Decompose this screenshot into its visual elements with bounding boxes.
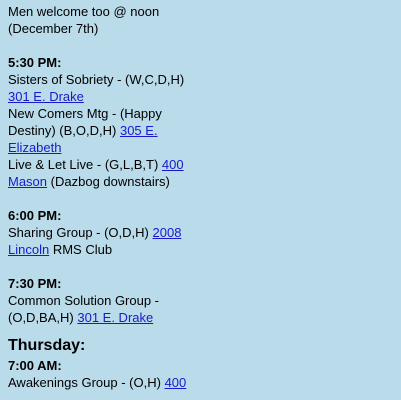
- time-block-730pm: 7:30 PM: Common Solution Group - (O,D,BA…: [8, 275, 198, 326]
- time-block-530pm: 5:30 PM: Sisters of Sobriety - (W,C,D,H)…: [8, 54, 198, 190]
- time-heading: 7:30 PM:: [8, 276, 62, 291]
- address-link[interactable]: 301 E. Drake: [8, 89, 84, 104]
- intro-line-1: Men welcome too @ noon: [8, 4, 160, 19]
- time-heading: 7:00 AM:: [8, 358, 62, 373]
- time-block-600pm: 6:00 PM: Sharing Group - (O,D,H) 2008 Li…: [8, 207, 198, 258]
- meeting-name: Sisters of Sobriety - (W,C,D,H): [8, 72, 185, 87]
- address-link[interactable]: 400: [165, 375, 187, 390]
- meeting-entry: New Comers Mtg - (Happy Destiny) (B,O,D,…: [8, 105, 198, 156]
- day-heading-thursday: Thursday:: [8, 337, 86, 354]
- meeting-entry: Awakenings Group - (O,H) 400: [8, 374, 198, 391]
- meeting-name: Sharing Group - (O,D,H): [8, 225, 149, 240]
- meeting-entry: Sharing Group - (O,D,H) 2008 Lincoln RMS…: [8, 224, 198, 258]
- intro-note: Men welcome too @ noon (December 7th): [8, 3, 198, 37]
- time-heading: 5:30 PM:: [8, 55, 62, 70]
- address-link[interactable]: 301 E. Drake: [77, 310, 153, 325]
- location-note: (Dazbog downstairs): [50, 174, 170, 189]
- time-block-700am: 7:00 AM: Awakenings Group - (O,H) 400: [8, 357, 198, 391]
- meeting-entry: Live & Let Live - (G,L,B,T) 400 Mason (D…: [8, 156, 198, 190]
- meeting-entry: Common Solution Group - (O,D,BA,H) 301 E…: [8, 292, 198, 326]
- meeting-name: Awakenings Group - (O,H): [8, 375, 161, 390]
- meeting-name: Live & Let Live - (G,L,B,T): [8, 157, 159, 172]
- location-note: RMS Club: [52, 242, 113, 257]
- time-heading: 6:00 PM:: [8, 208, 62, 223]
- meeting-schedule: Men welcome too @ noon (December 7th) 5:…: [8, 3, 198, 391]
- intro-line-2: (December 7th): [8, 21, 99, 36]
- meeting-entry: Sisters of Sobriety - (W,C,D,H) 301 E. D…: [8, 71, 198, 105]
